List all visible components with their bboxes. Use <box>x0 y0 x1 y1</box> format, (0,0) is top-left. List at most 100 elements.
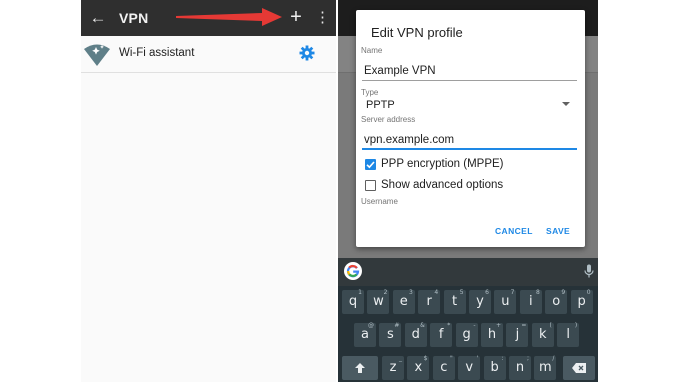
key-hint: ; <box>526 355 529 362</box>
show-advanced-checkbox[interactable] <box>365 180 376 191</box>
key-label: i <box>528 294 533 309</box>
key-label: v <box>465 360 474 375</box>
key-z[interactable]: z _ <box>382 355 404 380</box>
key-v[interactable]: v ' <box>458 355 481 380</box>
key-l[interactable]: l) <box>557 322 580 347</box>
key-label: e <box>399 294 408 309</box>
google-g-icon[interactable] <box>344 262 362 280</box>
on-screen-keyboard: q1w2e3r4t5y6u7i8o9p0 a @ s # d & f * g - h + j = k(l) … <box>338 286 598 382</box>
backspace-icon <box>572 363 586 373</box>
key-label: d <box>411 327 420 342</box>
server-address-underline <box>362 148 577 150</box>
name-caption: Name <box>361 46 383 55</box>
key-hint: 0 <box>586 289 591 296</box>
wifi-assistant-label: Wi-Fi assistant <box>119 47 195 59</box>
key-label: w <box>373 294 384 309</box>
save-button[interactable]: SAVE <box>546 226 570 236</box>
wifi-assistant-icon <box>84 44 110 66</box>
key-label: p <box>577 294 586 309</box>
key-e[interactable]: e3 <box>392 289 415 314</box>
dropdown-arrow-icon[interactable] <box>562 102 570 106</box>
key-label: l <box>566 327 570 342</box>
ppp-encryption-label: PPP encryption (MPPE) <box>381 158 504 170</box>
key-n[interactable]: n; <box>509 355 531 380</box>
shift-icon <box>355 363 365 373</box>
key-label: g <box>462 327 471 342</box>
key-u[interactable]: u7 <box>494 289 517 314</box>
more-vert-icon[interactable]: ⋮ <box>315 5 330 31</box>
key-label: f <box>438 327 444 342</box>
username-caption: Username <box>361 197 398 206</box>
key-t[interactable]: t5 <box>443 289 466 314</box>
key-hint: 5 <box>459 289 464 296</box>
key-hint: 2 <box>383 289 388 296</box>
key-i[interactable]: i8 <box>519 289 542 314</box>
name-field[interactable]: Example VPN <box>364 65 436 77</box>
key-j[interactable]: j = <box>506 322 529 347</box>
key-hint: 9 <box>561 289 566 296</box>
key-hint: 8 <box>535 289 540 296</box>
list-item-wifi-assistant[interactable]: Wi-Fi assistant <box>81 36 336 73</box>
key-label: z <box>389 360 397 375</box>
key-label: h <box>487 327 497 342</box>
server-address-field[interactable]: vpn.example.com <box>364 134 454 146</box>
key-hint: 4 <box>434 289 439 296</box>
key-label: y <box>476 294 484 309</box>
key-hint: / <box>552 355 555 362</box>
key-label: u <box>501 294 510 309</box>
key-y[interactable]: y6 <box>469 289 491 314</box>
show-advanced-label: Show advanced options <box>381 179 504 191</box>
key-label: q <box>348 294 358 309</box>
key-hint: & <box>420 322 425 329</box>
key-label: b <box>490 360 499 375</box>
key-k[interactable]: k( <box>531 322 554 347</box>
shift-key[interactable] <box>342 356 378 380</box>
server-address-caption: Server address <box>361 115 416 124</box>
type-select[interactable]: PPTP <box>366 99 395 111</box>
key-hint: = <box>521 322 527 329</box>
backspace-key[interactable] <box>563 356 595 380</box>
key-hint: ' <box>476 355 479 362</box>
key-o[interactable]: o9 <box>545 289 568 314</box>
check-icon <box>366 161 375 169</box>
mic-icon[interactable] <box>584 264 594 278</box>
key-label: k <box>539 327 547 342</box>
key-label: c <box>440 360 448 375</box>
key-hint: _ <box>399 355 402 362</box>
ppp-encryption-checkbox[interactable] <box>365 159 376 170</box>
key-label: o <box>552 294 561 309</box>
key-p[interactable]: p0 <box>570 289 593 314</box>
cancel-button[interactable]: CANCEL <box>495 226 533 236</box>
key-c[interactable]: c " <box>432 355 455 380</box>
key-label: j <box>515 327 520 342</box>
key-d[interactable]: d & <box>404 322 427 347</box>
key-w[interactable]: w2 <box>367 289 390 314</box>
key-hint: ) <box>574 322 578 329</box>
key-label: r <box>426 294 432 309</box>
key-label: s <box>387 327 394 342</box>
key-f[interactable]: f * <box>430 322 453 347</box>
key-g[interactable]: g- <box>455 322 478 347</box>
key-hint: " <box>450 355 453 362</box>
key-hint: # <box>394 322 400 329</box>
key-hint: + <box>495 322 501 329</box>
add-vpn-button[interactable]: + <box>285 4 307 30</box>
key-m[interactable]: m / <box>534 355 557 380</box>
key-b[interactable]: b: <box>483 355 506 380</box>
key-x[interactable]: x $ <box>407 355 430 380</box>
page-title: VPN <box>119 10 149 26</box>
key-hint: ( <box>549 322 552 329</box>
key-s[interactable]: s # <box>379 322 402 347</box>
arrow-back-icon[interactable]: ← <box>85 5 111 31</box>
key-a[interactable]: a @ <box>354 322 376 347</box>
gear-icon[interactable] <box>299 45 315 61</box>
key-h[interactable]: h + <box>481 322 503 347</box>
key-hint: 6 <box>485 289 489 296</box>
key-q[interactable]: q1 <box>342 289 364 314</box>
edit-vpn-screen: Edit VPN profile Name Example VPN Type P… <box>338 0 598 382</box>
key-label: t <box>452 294 458 309</box>
key-r[interactable]: r4 <box>418 289 441 314</box>
type-caption: Type <box>361 88 379 97</box>
key-label: m <box>539 360 552 375</box>
keyboard-suggestion-bar <box>338 258 598 286</box>
